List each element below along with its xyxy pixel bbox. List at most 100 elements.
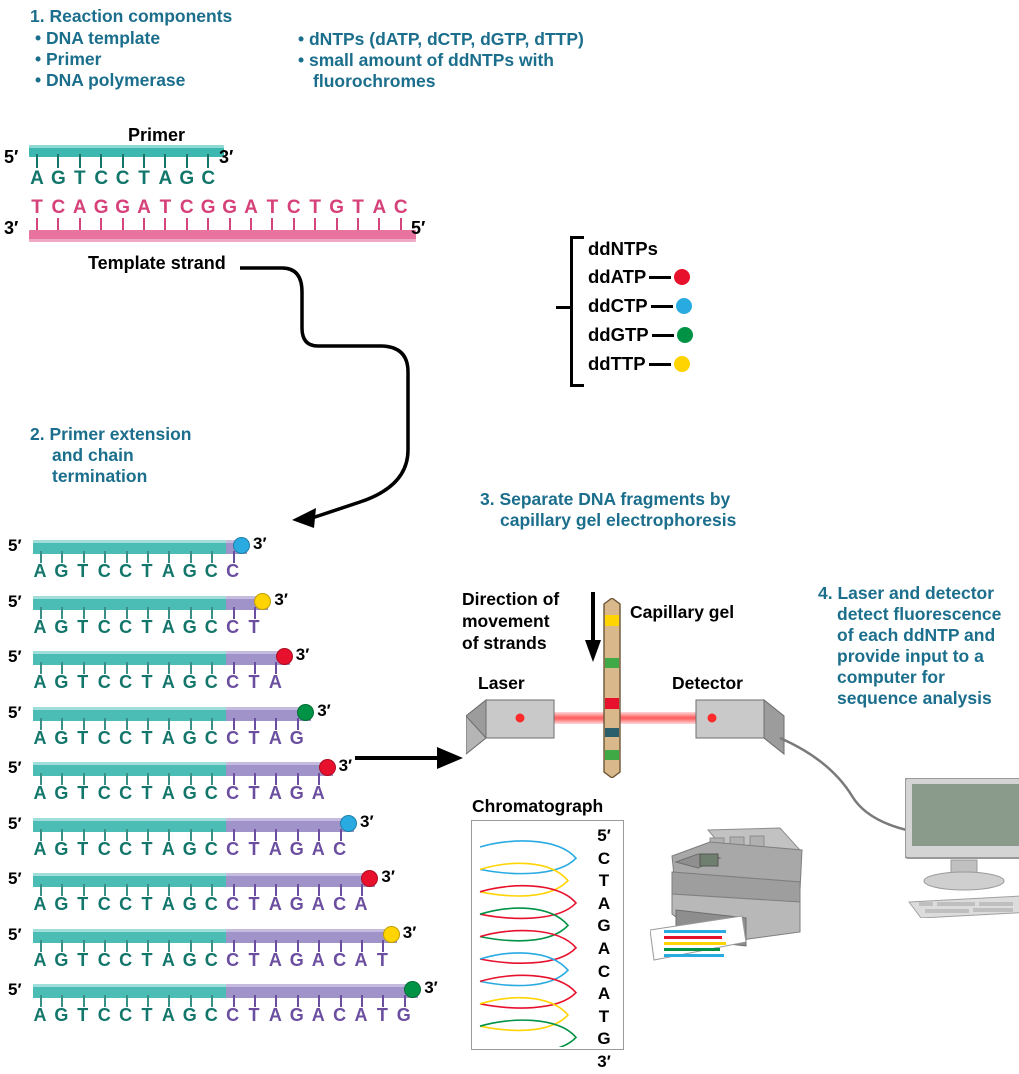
template-base: G [200,197,216,218]
fragment-5prime-label: 5′ [8,924,22,944]
flow-arrow-to-extension [240,266,410,528]
fragment-base: T [248,949,260,970]
chromatograph-peak [479,907,570,942]
fragment-base: G [182,838,197,859]
fragment-base: C [97,838,111,859]
step4-line3: of each ddNTP and [837,625,996,645]
fragment-base: T [141,783,153,803]
fragment-base: C [97,561,111,581]
fragment-3prime-label: 3′ [274,589,288,609]
flow-arrow-to-electrophoresis [355,747,463,769]
fragment-base: T [248,838,260,859]
fragment-base: G [182,561,197,581]
fragment-base: G [289,838,304,859]
extension-segment [225,817,354,832]
fragment-base: G [289,783,304,803]
fragment-base: C [226,616,240,637]
ddATP-color-dot [674,269,691,285]
step2-line1: 2. Primer extension [30,424,192,444]
fragment-base: C [226,727,240,748]
fragment-base: G [289,949,304,970]
fragment-base: C [119,727,133,748]
chromatograph-5prime-label: 5′ [597,826,611,845]
fragment-base: C [119,561,133,581]
primer-bond [36,154,38,168]
step1-bullets: • DNA template • Primer • DNA polymerase [30,28,232,91]
ddntp-row-ddGTP: ddGTP [588,324,693,346]
terminator-dot-ddATP [361,870,379,887]
fragment-base: G [54,1005,69,1025]
step4-line2: detect fluorescence [837,604,1002,624]
chromatograph-base: A [597,893,611,913]
template-base: C [286,197,301,218]
step2-block: 2. Primer extension and chain terminatio… [30,424,260,487]
fragment-base: A [268,949,282,970]
fragment-base: A [311,838,325,859]
fragment-base: G [54,894,69,914]
chromatograph-panel: 5′ C T A G A C A T G 3′ [471,820,624,1071]
fragment-base: A [33,783,47,803]
fragment-ladder: 5′ A G T C C T A G C C 3′ 5′ A G T C C T A G C C T 3′ 5′ A G T C C T A G C… [0,530,460,1050]
step2-line3: termination [52,466,148,486]
template-base: T [159,197,172,218]
ddntp-row-ddATP: ddATP [588,266,691,288]
laser-device [466,698,555,755]
fragment-base: T [141,616,153,637]
step1-title: 1. Reaction components [30,6,233,26]
fragment-base: A [354,894,368,914]
primer-bond [143,154,145,168]
fragment-base: A [33,949,47,970]
fragment-base: G [54,727,69,748]
fragment-base: C [97,727,111,748]
fragment-base: C [204,838,218,859]
fragment-base: T [248,672,260,692]
fragment-base: T [77,1005,89,1025]
primer-bond [164,154,167,168]
fragment-base: A [161,561,175,581]
ddGTP-color-dot [676,327,693,343]
fragment-base: A [33,561,47,581]
fragment-base: A [268,672,282,692]
fragment-row: 5′ A G T C C T A G C C T A G A C A 3′ [0,863,460,919]
fragment-base: G [182,949,197,970]
fragment-base: A [311,783,325,803]
fragment-base: T [141,561,153,581]
fragment-base: T [376,949,388,970]
fragment-base: G [54,838,69,859]
fragment-base: C [226,894,240,914]
fragment-base: C [97,894,111,914]
terminator-dot-ddCTP [233,537,250,554]
fragment-base: A [161,672,175,692]
fragment-base: G [54,949,69,970]
fragment-base: A [268,783,282,803]
fragment-base: T [248,783,260,803]
ddntp-row-ddCTP: ddCTP [588,295,692,317]
step2-line2: and chain [52,445,134,465]
template-base: T [266,197,279,218]
fragment-base: C [204,616,218,637]
fragment-row: 5′ A G T C C T A G C C T A 3′ [0,641,460,697]
fragment-3prime-label: 3′ [360,811,374,831]
fragment-base: T [77,616,89,637]
fragment-3prime-label: 3′ [253,534,267,553]
fragment-base: T [248,1005,260,1025]
chromatograph-sequence: 5′ C T A G A C A T G 3′ [591,825,617,1074]
primer-base: C [115,168,130,189]
chromatograph-title: Chromatograph [472,796,604,816]
template-base: A [137,197,151,218]
chromatograph-peak [479,840,578,875]
template-base: T [309,197,321,218]
fragment-base: T [77,727,89,748]
fragment-base: G [54,783,69,803]
fragment-base: C [226,561,240,581]
fragment-base: C [333,894,347,914]
chromatograph-3prime-label: 3′ [597,1051,611,1071]
template-base: A [72,197,87,218]
step4-line4: provide input to a [837,646,984,666]
terminator-dot-ddTTP [254,592,272,610]
fragment-3prime-label: 3′ [295,645,310,664]
fragment-3prime-label: 3′ [424,978,438,997]
chromatograph-base: G [597,916,611,936]
direction-line1: Direction of [462,589,560,609]
chromatograph-peak [479,1019,578,1054]
